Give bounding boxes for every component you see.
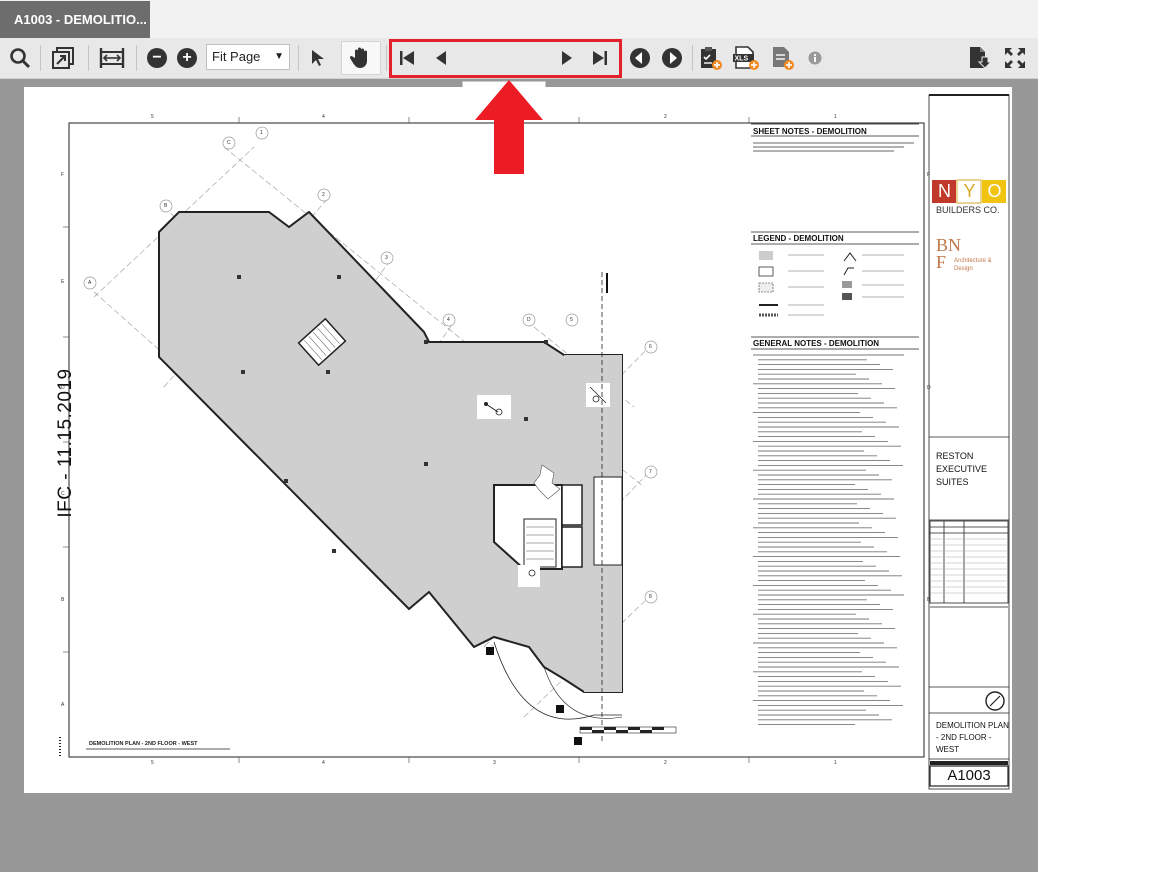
zoom-select-value: Fit Page	[212, 49, 261, 64]
project-name: RESTON EXECUTIVE SUITES	[936, 451, 988, 487]
fit-width-icon[interactable]	[98, 44, 126, 72]
grid-bubble-label: 8	[649, 594, 652, 600]
zoom-out-icon[interactable]: −	[146, 44, 168, 72]
row-label: A	[61, 702, 65, 708]
grid-bubble-label: 1	[260, 130, 263, 136]
legend-heading: LEGEND - DEMOLITION	[753, 234, 844, 243]
pan-hand-icon[interactable]	[341, 41, 381, 75]
architect-name: Architecture & Design	[954, 258, 992, 272]
builder-logo-letter: Y	[963, 181, 976, 201]
grid-bubble-label: 4	[447, 317, 450, 323]
builder-logo-letter: O	[987, 181, 1002, 201]
tab-bar: A1003 - DEMOLITIO...	[0, 0, 1038, 39]
chevron-down-icon: ▼	[274, 51, 284, 62]
floor-plan-drawing	[59, 94, 1010, 790]
toolbar-divider	[136, 45, 137, 71]
drawing-title: DEMOLITION PLAN - 2ND FLOOR - WEST	[936, 721, 1009, 754]
search-icon[interactable]	[8, 44, 32, 72]
clipboard-add-icon[interactable]	[698, 44, 724, 72]
row-label: F	[927, 172, 931, 178]
sheet-number: A1003	[947, 767, 991, 784]
builder-logo: N Y O	[932, 180, 1007, 203]
forward-icon[interactable]	[660, 44, 684, 72]
builder-logo-letter: N	[938, 181, 951, 201]
grid-bubble-label: C	[227, 140, 231, 146]
info-icon[interactable]	[806, 44, 824, 72]
toolbar-divider	[386, 45, 387, 71]
row-label: B	[927, 597, 931, 603]
row-label: D	[927, 385, 931, 391]
annotation-arrow-icon	[475, 80, 543, 174]
ifc-stamp: IFC - 11.15.2019	[55, 368, 76, 518]
fit-window-icon[interactable]	[50, 44, 76, 72]
svg-text:XLS: XLS	[735, 56, 749, 63]
plan-title: DEMOLITION PLAN - 2ND FLOOR - WEST	[89, 741, 198, 747]
fullscreen-icon[interactable]	[1002, 44, 1028, 72]
column-label: 3	[493, 760, 496, 766]
sheet-notes-heading: SHEET NOTES - DEMOLITION	[753, 127, 867, 136]
column-label: 1	[834, 760, 837, 766]
column-label: 1	[834, 114, 837, 120]
grid-bubble-label: 6	[649, 344, 652, 350]
general-notes-heading: GENERAL NOTES - DEMOLITION	[753, 339, 880, 348]
column-label: 5	[151, 114, 154, 120]
grid-bubble-label: 5	[570, 317, 573, 323]
viewer-app: A1003 - DEMOLITIO... − + Fit Page ▼ XLS …	[0, 0, 1038, 872]
row-label: F	[61, 172, 65, 178]
document-tab[interactable]: A1003 - DEMOLITIO...	[0, 1, 150, 38]
toolbar-divider	[88, 45, 89, 71]
back-icon[interactable]	[628, 44, 652, 72]
column-label: 4	[322, 114, 325, 120]
toolbar-divider	[40, 45, 41, 71]
drawing-sheet[interactable]: IFC - 11.15.2019 5 4 3 2 1 5 4 3 2 1 F E…	[24, 87, 1012, 793]
column-label: 4	[322, 760, 325, 766]
row-label: B	[61, 597, 65, 603]
zoom-in-icon[interactable]: +	[176, 44, 198, 72]
column-label: 2	[664, 114, 667, 120]
column-label: 5	[151, 760, 154, 766]
row-label: D	[61, 385, 65, 391]
row-label: E	[61, 279, 65, 285]
grid-bubble-label: 2	[322, 192, 325, 198]
page-navigation-highlight	[389, 39, 622, 78]
export-xls-icon[interactable]: XLS	[732, 44, 760, 72]
zoom-select[interactable]: Fit Page ▼	[206, 44, 290, 70]
grid-bubble-label: A	[88, 280, 92, 286]
toolbar-divider	[298, 45, 299, 71]
column-label: 2	[664, 760, 667, 766]
grid-bubble-label: B	[164, 203, 168, 209]
document-add-icon[interactable]	[770, 44, 796, 72]
builder-name: BUILDERS CO.	[936, 205, 1000, 215]
download-icon[interactable]	[966, 44, 992, 72]
toolbar-divider	[692, 45, 693, 71]
select-arrow-icon[interactable]	[306, 44, 330, 72]
grid-bubble-label: 7	[649, 469, 652, 475]
grid-bubble-label: D	[527, 317, 531, 323]
grid-bubble-label: 3	[385, 255, 388, 261]
row-label: C	[61, 491, 65, 497]
